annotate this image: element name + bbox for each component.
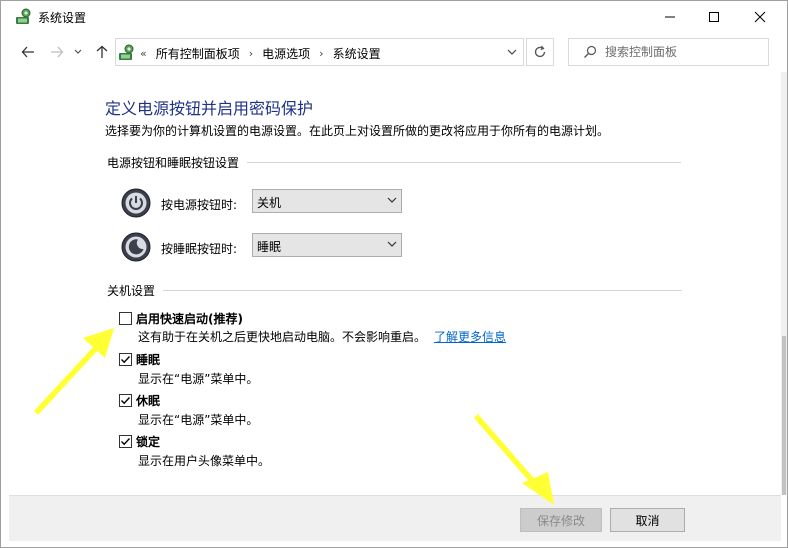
refresh-button[interactable] [526,38,554,66]
arrow-left-icon [21,46,34,58]
page-title: 定义电源按钮并启用密码保护 [105,99,314,118]
checkbox-label[interactable]: 启用快速启动(推荐) [136,310,243,327]
minimize-icon [665,16,675,17]
maximize-button[interactable] [691,1,737,32]
power-button-setting: 按电源按钮时: 关机 [121,187,421,219]
checkmark-icon [121,438,131,446]
checkbox-label[interactable]: 锁定 [136,433,160,450]
breadcrumb-overflow[interactable]: « [140,47,147,60]
chevron-down-icon [507,49,517,55]
fast-startup-option[interactable]: 启用快速启动(推荐) [119,310,243,327]
window-title: 系统设置 [38,11,87,25]
section-divider [247,162,682,163]
footer-bar: 保存修改 取消 [9,495,781,541]
lock-checkbox[interactable] [119,435,132,448]
hibernate-option[interactable]: 休眠 [119,392,160,409]
power-button-label: 按电源按钮时: [161,198,238,212]
select-value: 关机 [257,196,282,210]
checkbox-label[interactable]: 睡眠 [136,351,160,368]
sleep-button-icon [121,232,151,262]
power-button-section-header: 电源按钮和睡眠按钮设置 [107,154,682,171]
breadcrumb-separator-icon[interactable]: › [249,47,253,60]
breadcrumb-item[interactable]: 所有控制面板项 [156,45,240,62]
chevron-down-icon [387,241,397,247]
arrow-right-icon [51,46,64,58]
navigation-bar: « 所有控制面板项 › 电源选项 › 系统设置 [1,32,787,72]
recent-locations-button[interactable] [71,41,85,63]
checkmark-icon [121,356,131,364]
arrow-up-icon [96,45,108,58]
option-description: 这有助于在关机之后更快地启动电脑。不会影响重启。 [138,330,427,344]
sleep-button-label: 按睡眠按钮时: [161,242,238,256]
maximize-icon [709,11,719,22]
option-description: 显示在用户头像菜单中。 [138,454,271,468]
option-description: 显示在“电源”菜单中。 [138,372,259,386]
learn-more-link[interactable]: 了解更多信息 [434,330,506,344]
power-button-action-select[interactable]: 关机 [252,189,402,213]
control-panel-icon [119,44,134,60]
back-button[interactable] [17,41,39,63]
section-divider [163,290,683,291]
control-panel-window: 系统设置 « 所有控制面板项 › 电源选项 › 系统设置 搜索控制面板 定义电源… [0,0,788,548]
search-box[interactable] [568,38,769,66]
section-title: 关机设置 [107,284,156,298]
address-dropdown-button[interactable] [500,39,524,65]
title-bar: 系统设置 [1,1,787,32]
cancel-button[interactable]: 取消 [610,508,685,532]
checkmark-icon [121,397,131,405]
up-button[interactable] [91,41,113,63]
close-icon [754,11,766,22]
lock-option[interactable]: 锁定 [119,433,160,450]
sleep-option[interactable]: 睡眠 [119,351,160,368]
close-button[interactable] [737,1,783,32]
page-description: 选择要为你的计算机设置的电源设置。在此页上对设置所做的更改将应用于你所有的电源计… [105,124,610,138]
minimize-button[interactable] [647,1,693,32]
breadcrumb-item[interactable]: 电源选项 [262,45,310,62]
search-input[interactable] [605,43,765,61]
search-icon [584,45,597,58]
hibernate-checkbox[interactable] [119,394,132,407]
breadcrumb-separator-icon[interactable]: › [319,47,323,60]
checkbox-label[interactable]: 休眠 [136,392,160,409]
sleep-button-action-select[interactable]: 睡眠 [252,233,402,257]
vertical-scrollbar[interactable] [781,72,787,495]
fast-startup-description: 这有助于在关机之后更快地启动电脑。不会影响重启。 了解更多信息 [138,328,506,345]
shutdown-section-header: 关机设置 [107,282,683,299]
address-bar[interactable]: « 所有控制面板项 › 电源选项 › 系统设置 [115,38,524,66]
breadcrumb: « 所有控制面板项 › 电源选项 › 系统设置 [140,45,381,62]
refresh-icon [534,45,546,58]
option-description: 显示在“电源”菜单中。 [138,413,259,427]
scrollbar-thumb[interactable] [782,336,786,495]
save-changes-button[interactable]: 保存修改 [520,508,602,532]
chevron-down-icon [387,197,397,203]
fast-startup-checkbox[interactable] [119,312,132,325]
power-button-icon [121,188,151,218]
control-panel-icon [16,8,31,24]
forward-button[interactable] [46,41,68,63]
main-content: 定义电源按钮并启用密码保护 选择要为你的计算机设置的电源设置。在此页上对设置所做… [9,72,781,495]
sleep-checkbox[interactable] [119,353,132,366]
select-value: 睡眠 [257,240,282,254]
chevron-down-icon [74,49,82,54]
section-title: 电源按钮和睡眠按钮设置 [107,156,240,170]
breadcrumb-item[interactable]: 系统设置 [333,45,381,62]
sleep-button-setting: 按睡眠按钮时: 睡眠 [121,231,421,263]
